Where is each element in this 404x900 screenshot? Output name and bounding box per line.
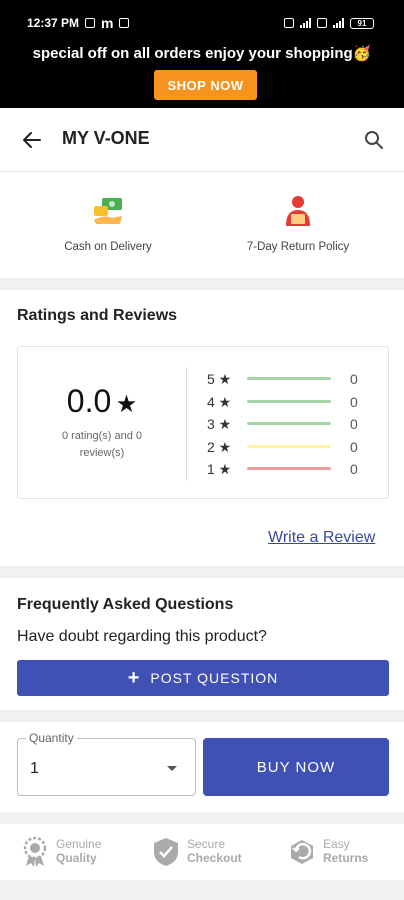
notification-icon bbox=[85, 18, 96, 28]
rating-bar bbox=[247, 467, 331, 470]
ratings-summary-box: 0.0 ★ 0 rating(s) and 0 review(s) 5 ★ 0 … bbox=[17, 346, 389, 499]
rating-row-label: 4 ★ bbox=[207, 394, 232, 410]
post-question-button[interactable]: + POST QUESTION bbox=[17, 660, 389, 696]
faq-card: Frequently Asked Questions Have doubt re… bbox=[0, 578, 404, 710]
return-box-icon bbox=[291, 840, 313, 864]
rating-row-1: 1 ★ 0 bbox=[207, 459, 377, 479]
badge-line1: Secure bbox=[187, 837, 226, 852]
search-icon[interactable] bbox=[362, 128, 386, 152]
rating-bar bbox=[247, 422, 331, 425]
write-review-link[interactable]: Write a Review bbox=[268, 529, 375, 547]
promo-banner: 12:37 PM m 91 special off on all orders … bbox=[0, 0, 404, 108]
buy-now-button[interactable]: BUY NOW bbox=[203, 738, 389, 796]
sim-icon bbox=[284, 18, 294, 28]
rating-bar bbox=[247, 445, 331, 448]
rating-row-4: 4 ★ 0 bbox=[207, 392, 377, 412]
rating-row-count: 0 bbox=[350, 439, 358, 455]
faq-prompt: Have doubt regarding this product? bbox=[17, 628, 267, 645]
rating-row-label: 5 ★ bbox=[207, 371, 232, 387]
chevron-down-icon bbox=[167, 766, 177, 771]
rating-row-label: 3 ★ bbox=[207, 416, 232, 432]
quantity-label: Quantity bbox=[26, 731, 77, 745]
app-bar: MY V-ONE bbox=[0, 108, 404, 172]
rating-row-count: 0 bbox=[350, 371, 358, 387]
average-rating-value: 0.0 bbox=[66, 383, 112, 419]
rating-row-label: 2 ★ bbox=[207, 439, 232, 455]
badge-line2: Quality bbox=[56, 851, 97, 865]
badge-line2: Returns bbox=[323, 851, 369, 865]
badge-easy-returns: Easy Returns bbox=[287, 834, 368, 870]
badge-line1: Genuine bbox=[56, 837, 102, 852]
badge-secure-checkout: Secure Checkout bbox=[151, 834, 242, 870]
m-app-icon: m bbox=[101, 15, 114, 31]
post-question-label: POST QUESTION bbox=[150, 670, 279, 686]
status-time: 12:37 PM bbox=[27, 16, 80, 30]
badge-line2: Checkout bbox=[187, 851, 242, 865]
policy-label: Cash on Delivery bbox=[64, 241, 152, 253]
arrow-left-icon[interactable] bbox=[20, 128, 44, 152]
rating-row-2: 2 ★ 0 bbox=[207, 437, 377, 457]
policy-card: Cash on Delivery 7-Day Return Policy bbox=[0, 172, 404, 278]
policy-return: 7-Day Return Policy bbox=[198, 194, 398, 253]
ratings-title: Ratings and Reviews bbox=[17, 307, 178, 324]
rating-row-label: 1 ★ bbox=[207, 461, 232, 477]
badge-icon bbox=[23, 836, 47, 867]
star-icon: ★ bbox=[115, 391, 138, 418]
shop-now-button[interactable]: SHOP NOW bbox=[154, 70, 257, 100]
policy-cash-on-delivery: Cash on Delivery bbox=[8, 194, 208, 253]
rating-row-count: 0 bbox=[350, 461, 358, 477]
rating-summary-text: 0 rating(s) and 0 review(s) bbox=[61, 430, 143, 459]
purchase-bar: Quantity 1 BUY NOW bbox=[0, 722, 404, 812]
average-rating: 0.0 ★ 0 rating(s) and 0 review(s) bbox=[18, 383, 186, 461]
volte-icon bbox=[317, 18, 327, 28]
faq-title: Frequently Asked Questions bbox=[17, 596, 234, 613]
trust-badges: Genuine Quality Secure Checkout Easy Ret… bbox=[0, 824, 404, 880]
page-title: MY V-ONE bbox=[62, 128, 150, 148]
badge-line1: Easy bbox=[323, 837, 350, 852]
return-person-icon bbox=[286, 196, 310, 226]
shield-check-icon bbox=[154, 838, 178, 866]
signal-icon bbox=[300, 18, 311, 28]
rating-bar bbox=[247, 400, 331, 403]
plus-icon: + bbox=[127, 667, 141, 689]
rating-row-5: 5 ★ 0 bbox=[207, 369, 377, 389]
policy-label: 7-Day Return Policy bbox=[246, 241, 350, 253]
quantity-value: 1 bbox=[30, 760, 39, 777]
promo-text: special off on all orders enjoy your sho… bbox=[32, 45, 372, 62]
app-v-icon bbox=[119, 18, 130, 28]
ratings-card: Ratings and Reviews 0.0 ★ 0 rating(s) an… bbox=[0, 290, 404, 566]
divider bbox=[186, 367, 187, 481]
battery-icon: 91 bbox=[350, 17, 374, 29]
rating-row-3: 3 ★ 0 bbox=[207, 414, 377, 434]
cash-hand-icon bbox=[94, 198, 122, 224]
status-bar: 12:37 PM m 91 bbox=[27, 14, 374, 32]
rating-row-count: 0 bbox=[350, 416, 358, 432]
quantity-select[interactable]: Quantity 1 bbox=[17, 731, 196, 796]
rating-bar bbox=[247, 377, 331, 380]
rating-row-count: 0 bbox=[350, 394, 358, 410]
signal-icon-2 bbox=[333, 18, 344, 28]
badge-genuine-quality: Genuine Quality bbox=[20, 834, 101, 870]
